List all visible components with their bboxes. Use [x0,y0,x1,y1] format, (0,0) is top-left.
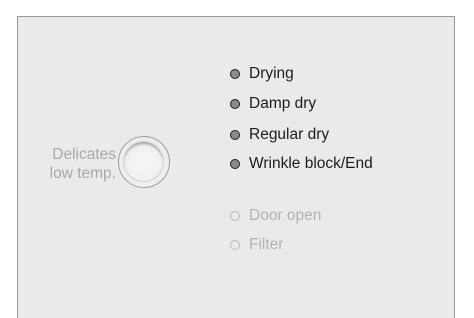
indicator-filter: Filter [230,236,283,254]
indicator-led-icon [230,240,240,250]
indicator-led-icon [230,130,240,140]
indicator-label: Wrinkle block/End [249,155,373,172]
indicator-drying: Drying [230,65,294,83]
indicator-label: Damp dry [249,95,317,112]
indicator-led-icon [230,99,240,109]
indicator-regular-dry: Regular dry [230,126,329,144]
indicator-led-icon [230,159,240,169]
indicator-label: Filter [249,236,284,253]
indicator-led-icon [230,211,240,221]
indicator-door-open: Door open [230,207,321,225]
indicator-label: Regular dry [249,126,330,143]
indicator-damp-dry: Damp dry [230,95,316,113]
program-knob-label-line2: low temp. [49,164,116,182]
indicator-led-icon [230,69,240,79]
program-selector-knob[interactable] [118,136,170,188]
program-knob-label-line1: Delicates [52,146,116,163]
program-knob-label: Delicates low temp. [26,146,116,183]
knob-face [123,141,164,182]
indicator-label: Drying [249,65,294,82]
indicator-label: Door open [249,207,322,224]
indicator-wrinkle-block-end: Wrinkle block/End [230,155,373,173]
